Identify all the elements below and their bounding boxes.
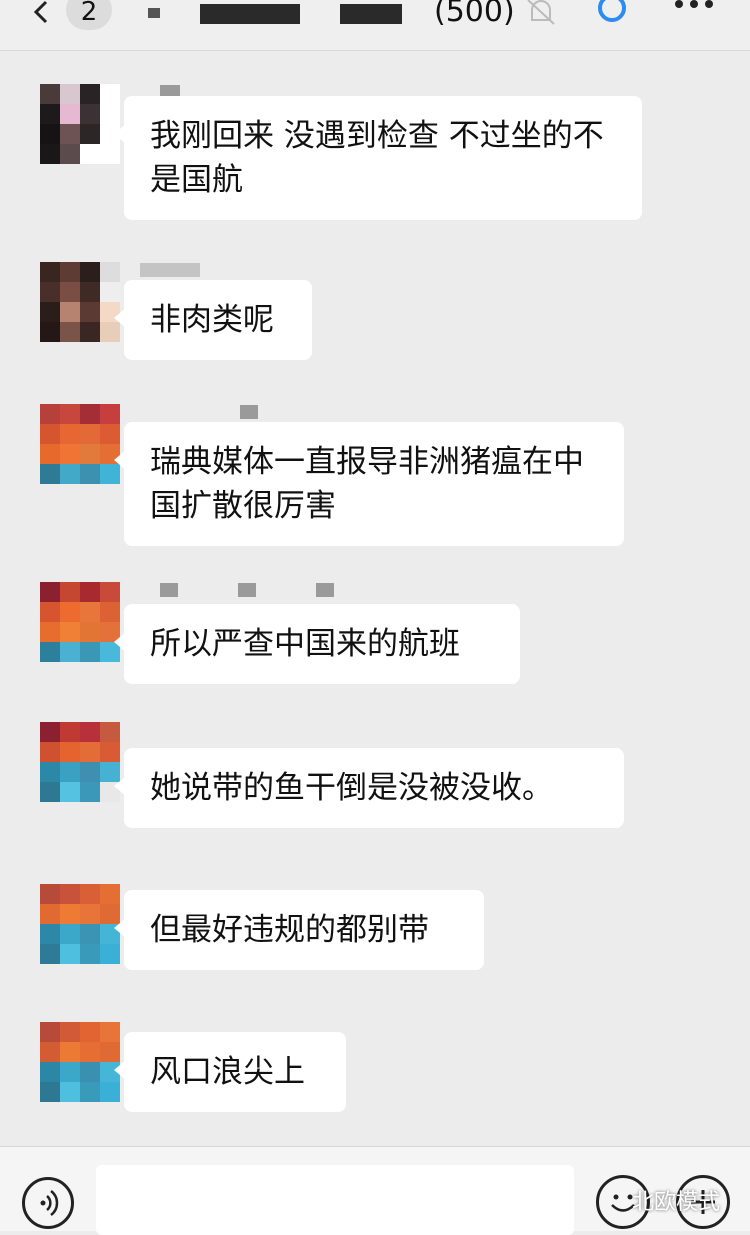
avatar[interactable] (40, 84, 120, 164)
avatar[interactable] (40, 582, 120, 662)
group-name-redacted (148, 8, 160, 18)
message-bubble[interactable]: 风口浪尖上 (114, 1032, 346, 1112)
message-bubble[interactable]: 非肉类呢 (114, 280, 312, 360)
status-ring-icon (598, 0, 626, 22)
avatar[interactable] (40, 404, 120, 484)
message-bubble[interactable]: 她说带的鱼干倒是没被没收。 (114, 748, 624, 828)
message-input[interactable] (96, 1165, 574, 1235)
nickname-redacted (140, 262, 260, 277)
avatar[interactable] (40, 262, 120, 342)
more-icon[interactable] (672, 0, 716, 16)
group-name-redacted (200, 4, 300, 24)
avatar[interactable] (40, 1022, 120, 1102)
message-bubble[interactable]: 所以严查中国来的航班 (114, 604, 520, 684)
message-bubble[interactable]: 我刚回来 没遇到检查 不过坐的不是国航 (114, 96, 642, 220)
group-name-redacted (340, 4, 402, 24)
unread-badge[interactable]: 2 (66, 0, 112, 30)
chat-header: 2 (500) (0, 0, 750, 51)
message-bubble[interactable]: 但最好违规的都别带 (114, 890, 484, 970)
voice-icon[interactable] (22, 1177, 74, 1229)
mute-bell-icon (527, 0, 555, 25)
avatar[interactable] (40, 722, 120, 802)
member-count: (500) (434, 0, 515, 29)
back-icon[interactable] (26, 0, 56, 30)
avatar[interactable] (40, 884, 120, 964)
message-bubble[interactable]: 瑞典媒体一直报导非洲猪瘟在中国扩散很厉害 (114, 422, 624, 546)
nickname-redacted (140, 582, 394, 597)
nickname-redacted (140, 404, 318, 419)
watermark: 北欧模式 (632, 1190, 721, 1215)
